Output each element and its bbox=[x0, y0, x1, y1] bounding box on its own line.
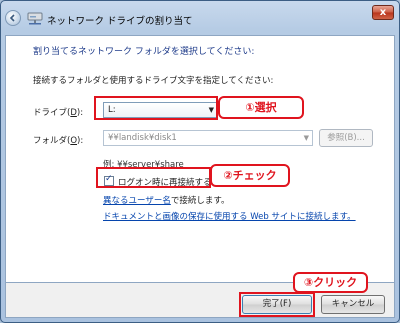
other-user-suffix: で接続します。 bbox=[170, 196, 230, 206]
title-bar: ネットワーク ドライブの割り当て x bbox=[1, 1, 399, 35]
folder-label-prefix: フォルダ( bbox=[33, 136, 71, 146]
annotation-drive-highlight bbox=[94, 96, 218, 120]
browse-button[interactable]: 参照(B)... bbox=[319, 129, 373, 147]
folder-path-value: ¥¥landisk¥disk1 bbox=[108, 133, 177, 143]
drive-label-prefix: ドライブ( bbox=[33, 108, 71, 118]
folder-label-suffix: ): bbox=[77, 136, 84, 146]
chevron-down-icon: ▼ bbox=[303, 134, 309, 142]
back-arrow-icon bbox=[9, 14, 15, 22]
annotation-finish-highlight bbox=[239, 292, 315, 317]
folder-label: フォルダ(O): bbox=[33, 134, 83, 146]
drive-label: ドライブ(D): bbox=[33, 106, 83, 118]
dialog-content: 割り当てるネットワーク フォルダを選択してください: 接続するフォルダと使用する… bbox=[5, 35, 395, 283]
cancel-button[interactable]: キャンセル bbox=[321, 295, 385, 314]
annotation-select-callout: ①選択 bbox=[218, 96, 304, 119]
window-title: ネットワーク ドライブの割り当て bbox=[47, 16, 193, 27]
drive-label-suffix: ): bbox=[76, 108, 84, 118]
annotation-checkbox-highlight bbox=[96, 167, 211, 188]
annotation-check-callout: ②チェック bbox=[210, 164, 290, 187]
page-heading: 割り当てるネットワーク フォルダを選択してください: bbox=[33, 47, 255, 57]
web-site-link[interactable]: ドキュメントと画像の保存に使用する Web サイトに接続します。 bbox=[103, 210, 356, 222]
back-button[interactable] bbox=[5, 10, 21, 26]
other-user-line: 異なるユーザー名で接続します。 bbox=[103, 194, 230, 206]
network-drive-icon bbox=[27, 12, 43, 25]
instruction-text: 接続するフォルダと使用するドライブ文字を指定してください: bbox=[33, 76, 274, 86]
annotation-click-callout: ③クリック bbox=[293, 272, 368, 293]
other-user-link[interactable]: 異なるユーザー名 bbox=[103, 196, 171, 206]
close-icon: x bbox=[379, 7, 387, 18]
folder-path-input[interactable]: ¥¥landisk¥disk1 ▼ bbox=[103, 130, 313, 146]
close-button[interactable]: x bbox=[372, 5, 394, 20]
